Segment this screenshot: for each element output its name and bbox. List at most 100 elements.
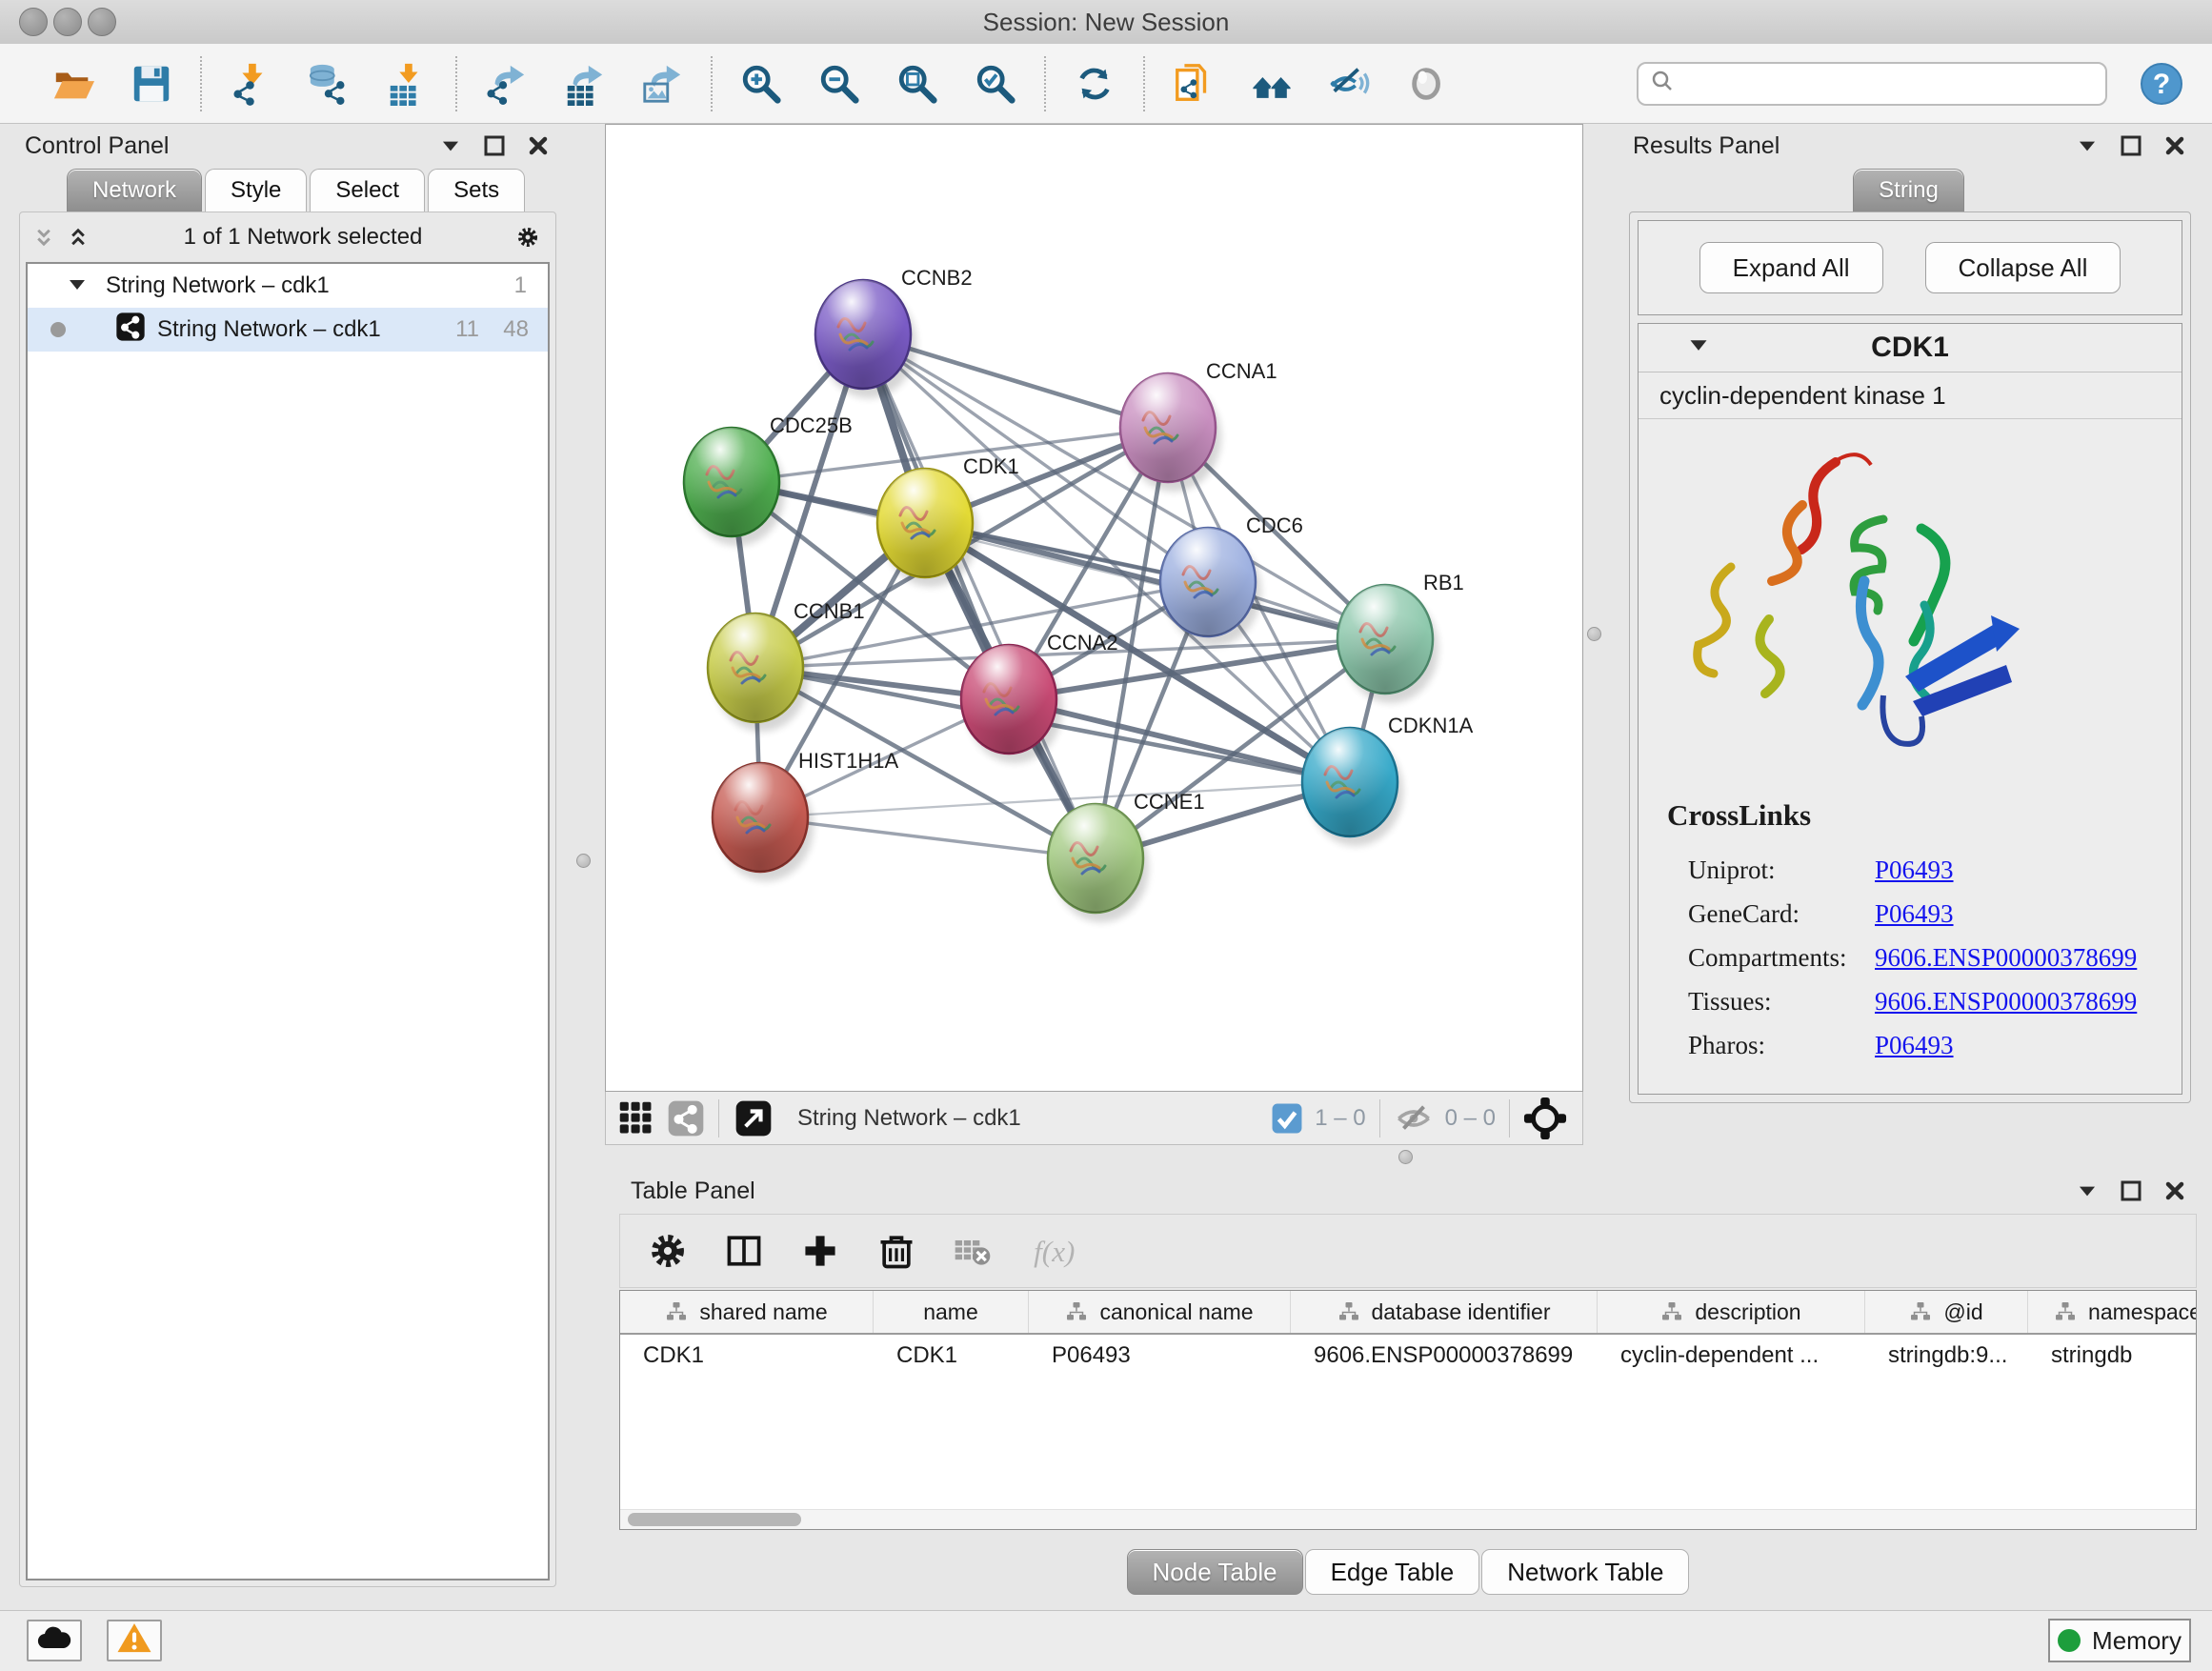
network-row[interactable]: String Network – cdk1 11 48 xyxy=(28,308,548,352)
node-HIST1H1A[interactable]: HIST1H1A xyxy=(713,749,898,881)
maximize-window-button[interactable] xyxy=(88,8,116,36)
collapse-all-networks-icon[interactable] xyxy=(66,225,90,250)
close-panel-icon[interactable] xyxy=(2162,133,2187,158)
import-network-from-file-icon[interactable] xyxy=(211,54,290,113)
warnings-button[interactable] xyxy=(107,1620,162,1661)
network-collection-row[interactable]: String Network – cdk1 1 xyxy=(28,264,548,308)
detach-view-icon[interactable] xyxy=(734,1099,773,1137)
collapse-panel-icon[interactable] xyxy=(2075,133,2100,158)
show-columns-icon[interactable] xyxy=(723,1230,765,1272)
toolbar-separator xyxy=(1044,56,1046,111)
delete-column-icon[interactable] xyxy=(875,1230,917,1272)
expand-all-networks-icon[interactable] xyxy=(31,225,56,250)
left-splitter-handle[interactable] xyxy=(576,854,591,868)
expand-all-button[interactable]: Expand All xyxy=(1699,242,1883,293)
column-header-name[interactable]: name xyxy=(874,1291,1029,1333)
table-row[interactable]: CDK1CDK1P064939606.ENSP00000378699cyclin… xyxy=(620,1335,2196,1377)
toolbar-separator xyxy=(711,56,713,111)
scrollbar-thumb[interactable] xyxy=(628,1513,801,1526)
node-CCNB2[interactable]: CCNB2 xyxy=(815,266,973,398)
bottom-splitter-handle[interactable] xyxy=(1398,1150,1413,1164)
network-options-gear-icon[interactable] xyxy=(515,225,540,250)
float-panel-icon[interactable] xyxy=(2119,133,2143,158)
section-collapse-icon[interactable] xyxy=(1688,337,1709,358)
show-graphics-details-icon[interactable] xyxy=(1389,54,1467,113)
crosslink-link[interactable]: 9606.ENSP00000378699 xyxy=(1875,943,2137,973)
export-image-icon[interactable] xyxy=(623,54,701,113)
right-splitter-handle[interactable] xyxy=(1587,627,1601,641)
tab-node-table[interactable]: Node Table xyxy=(1127,1549,1303,1595)
network-view-icon[interactable] xyxy=(667,1099,705,1137)
tab-network[interactable]: Network xyxy=(67,169,202,211)
collection-label: String Network – cdk1 xyxy=(106,272,330,299)
collapse-panel-icon[interactable] xyxy=(2075,1178,2100,1203)
help-button[interactable]: ? xyxy=(2128,61,2195,107)
column-header-namespace[interactable]: namespace xyxy=(2028,1291,2197,1333)
column-header-database-identifier[interactable]: database identifier xyxy=(1291,1291,1598,1333)
node-CDKN1A[interactable]: CDKN1A xyxy=(1302,714,1474,846)
float-panel-icon[interactable] xyxy=(2119,1178,2143,1203)
search-input[interactable] xyxy=(1675,70,2094,98)
close-window-button[interactable] xyxy=(19,8,48,36)
tab-sets[interactable]: Sets xyxy=(428,169,525,211)
close-panel-icon[interactable] xyxy=(2162,1178,2187,1203)
column-header-canonical-name[interactable]: canonical name xyxy=(1029,1291,1291,1333)
status-bar: Memory xyxy=(0,1610,2212,1671)
node-label: CCNA1 xyxy=(1206,359,1277,383)
open-session-icon[interactable] xyxy=(34,54,112,113)
table-cell: cyclin-dependent ... xyxy=(1598,1342,1865,1369)
search-box[interactable] xyxy=(1637,62,2107,106)
table-cell: stringdb:9... xyxy=(1865,1342,2028,1369)
crosslink-row: Uniprot: P06493 xyxy=(1639,848,2172,892)
node-CCNA1[interactable]: CCNA1 xyxy=(1120,359,1277,492)
table-settings-gear-icon[interactable] xyxy=(647,1230,689,1272)
collapse-panel-icon[interactable] xyxy=(438,133,463,158)
network-from-clipboard-icon[interactable] xyxy=(1155,54,1233,113)
import-table-from-file-icon[interactable] xyxy=(368,54,446,113)
column-header-@id[interactable]: @id xyxy=(1865,1291,2028,1333)
tab-network-table[interactable]: Network Table xyxy=(1481,1549,1689,1595)
tab-edge-table[interactable]: Edge Table xyxy=(1305,1549,1480,1595)
fit-content-icon[interactable] xyxy=(878,54,956,113)
crosslink-link[interactable]: P06493 xyxy=(1875,1031,1954,1060)
node-RB1[interactable]: RB1 xyxy=(1337,571,1464,703)
function-builder-icon[interactable]: f(x) xyxy=(1028,1230,1085,1272)
crosslink-link[interactable]: P06493 xyxy=(1875,856,1954,885)
minimize-window-button[interactable] xyxy=(53,8,82,36)
delete-table-icon[interactable] xyxy=(952,1230,994,1272)
save-session-icon[interactable] xyxy=(112,54,191,113)
hidden-eye-icon[interactable] xyxy=(1394,1098,1434,1138)
zoom-out-icon[interactable] xyxy=(800,54,878,113)
table-panel: Table Panel f(x) shared namenamecanonica… xyxy=(617,1170,2201,1610)
tab-style[interactable]: Style xyxy=(205,169,307,211)
selected-checkbox-icon[interactable] xyxy=(1271,1102,1303,1135)
svg-text:?: ? xyxy=(2153,69,2170,100)
birds-eye-view-icon[interactable] xyxy=(1523,1097,1567,1140)
crosslink-link[interactable]: P06493 xyxy=(1875,899,1954,929)
export-network-icon[interactable] xyxy=(467,54,545,113)
network-canvas[interactable]: CCNB2 CCNA1 CDC25B CDK1 CDC6 RB1 CCNB1 C… xyxy=(605,124,1583,1092)
memory-button[interactable]: Memory xyxy=(2048,1619,2191,1662)
hide-glass-effects-icon[interactable] xyxy=(1311,54,1389,113)
import-network-from-database-icon[interactable] xyxy=(290,54,368,113)
node-CDC25B[interactable]: CDC25B xyxy=(684,413,853,546)
node-label: CDC25B xyxy=(770,413,853,437)
zoom-selected-icon[interactable] xyxy=(956,54,1035,113)
close-panel-icon[interactable] xyxy=(526,133,551,158)
tab-string[interactable]: String xyxy=(1853,169,1964,211)
refresh-icon[interactable] xyxy=(1056,54,1134,113)
crosslink-label: Tissues: xyxy=(1688,987,1875,1017)
cloud-status-button[interactable] xyxy=(27,1620,82,1661)
string-home-icon[interactable] xyxy=(1233,54,1311,113)
collapse-all-button[interactable]: Collapse All xyxy=(1925,242,2122,293)
column-header-description[interactable]: description xyxy=(1598,1291,1865,1333)
tab-select[interactable]: Select xyxy=(310,169,425,211)
create-column-icon[interactable] xyxy=(799,1230,841,1272)
zoom-in-icon[interactable] xyxy=(722,54,800,113)
collection-expand-icon[interactable] xyxy=(68,272,87,299)
crosslink-link[interactable]: 9606.ENSP00000378699 xyxy=(1875,987,2137,1017)
float-panel-icon[interactable] xyxy=(482,133,507,158)
column-header-shared-name[interactable]: shared name xyxy=(620,1291,874,1333)
grid-view-icon[interactable] xyxy=(617,1099,655,1137)
export-table-icon[interactable] xyxy=(545,54,623,113)
